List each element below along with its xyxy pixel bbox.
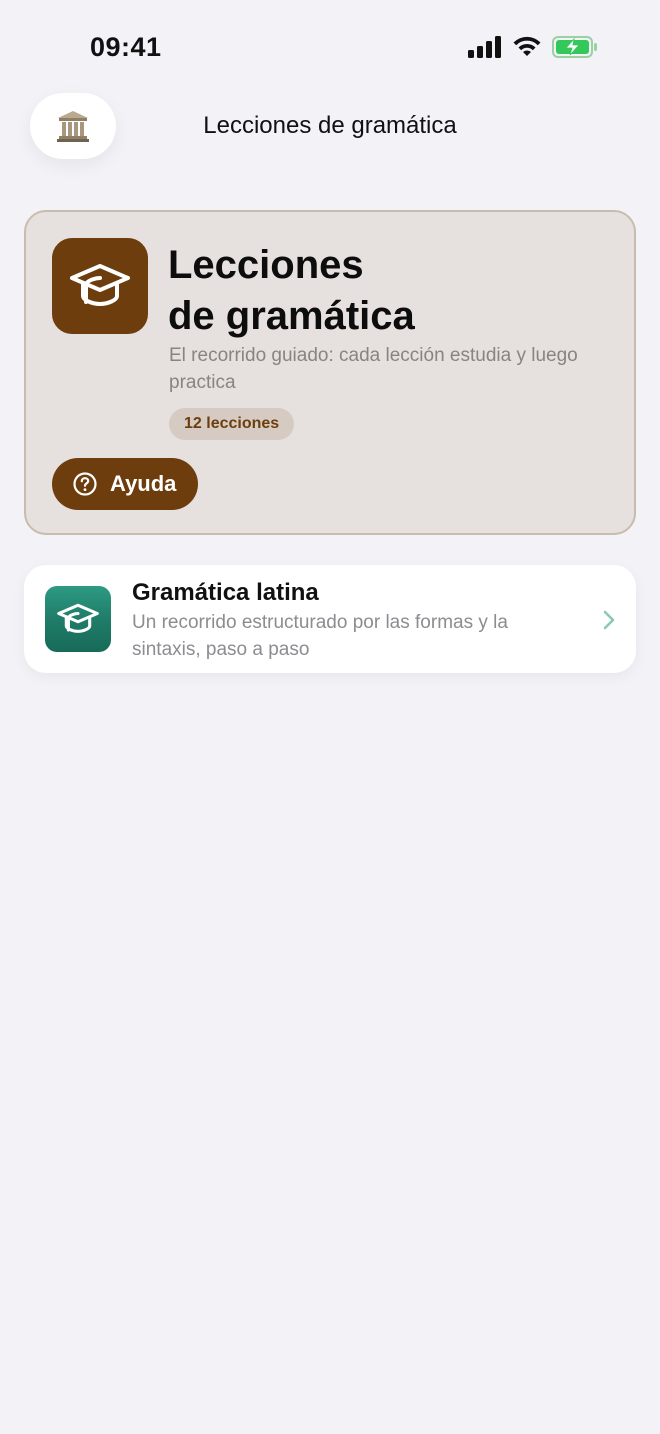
battery-charging-icon [552, 36, 597, 58]
hero-title-line1: Lecciones [168, 243, 364, 287]
screen: 09:41 Lecciones de gramática Lecciones d… [0, 0, 660, 1434]
lesson-count-badge: 12 lecciones [169, 408, 295, 440]
graduation-cap-icon [57, 603, 99, 633]
course-description: Un recorrido estructurado por las formas… [132, 612, 508, 660]
help-button[interactable]: Ayuda [52, 458, 199, 510]
status-time: 09:41 [90, 32, 162, 62]
graduation-cap-icon [70, 264, 130, 306]
wifi-icon [513, 36, 541, 56]
course-title: Gramática latina [132, 579, 319, 606]
cellular-signal-icon [468, 36, 501, 58]
chevron-right-icon [603, 610, 615, 630]
hero-title-line2: de gramática [168, 294, 415, 338]
lessons-hero-card: Lecciones de gramática El recorrido guia… [24, 210, 636, 535]
question-circle-icon [73, 472, 97, 496]
course-icon-tile [45, 586, 111, 652]
status-icons [468, 36, 598, 58]
help-button-label: Ayuda [110, 471, 177, 496]
hero-subtitle: El recorrido guiado: cada lección estudi… [169, 345, 578, 393]
course-item-latin-grammar[interactable]: Gramática latina Un recorrido estructura… [24, 565, 636, 673]
page-title: Lecciones de gramática [203, 112, 457, 139]
hero-title: Lecciones de gramática [168, 240, 608, 342]
hero-icon-tile [52, 238, 148, 334]
